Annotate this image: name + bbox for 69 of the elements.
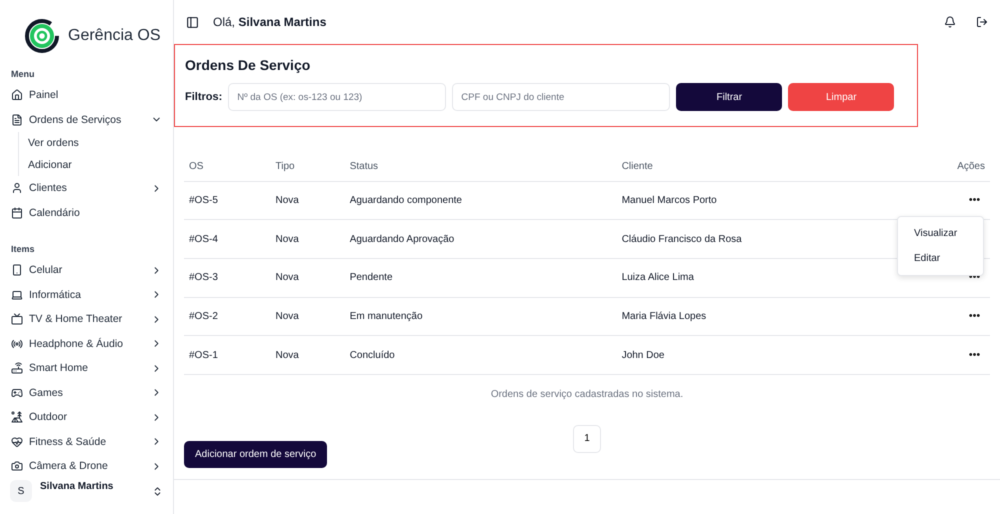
tent-icon <box>11 411 23 424</box>
logout-icon[interactable] <box>976 16 988 28</box>
table-cell: Em manutenção <box>344 297 617 336</box>
table-cell: John Doe <box>616 336 906 374</box>
bell-icon[interactable] <box>944 16 956 28</box>
table-cell: #OS-2 <box>184 297 271 336</box>
input-field[interactable]: Nº da OS (ex: os-123 ou 123) <box>228 83 446 111</box>
logo-icon <box>24 18 60 54</box>
table-cell: Nova <box>270 181 345 220</box>
sidebar-item[interactable]: Games <box>8 380 165 405</box>
clear-button[interactable]: Limpar <box>788 83 894 111</box>
column-header: Tipo <box>270 153 345 181</box>
radio-icon <box>11 338 23 350</box>
table-cell: Pendente <box>344 258 617 298</box>
sidebar-item[interactable]: Câmera & Drone <box>8 454 165 472</box>
card-title: Ordens De Serviço <box>185 57 312 73</box>
brand-name: Gerência OS <box>68 27 160 45</box>
add-order-button[interactable]: Adicionar ordem de serviço <box>184 440 328 468</box>
table-caption: Ordens de serviço cadastradas no sistema. <box>490 388 684 400</box>
sidebar-item[interactable]: Celular <box>8 258 165 282</box>
column-header: Ações <box>906 153 990 181</box>
column-header: OS <box>184 153 271 181</box>
filter-button[interactable]: Filtrar <box>676 83 782 111</box>
router-icon <box>11 362 23 374</box>
table-cell: Aguardando Aprovação <box>344 220 617 258</box>
tv-icon <box>11 313 23 326</box>
input-field[interactable]: CPF ou CNPJ do cliente <box>452 83 670 111</box>
camera-icon <box>11 460 23 472</box>
sidebar-item[interactable]: TV & Home Theater <box>8 307 165 332</box>
heart-icon <box>11 436 23 448</box>
avatar: S <box>10 480 32 502</box>
sidebar-item[interactable]: Headphone & Áudio <box>8 332 165 356</box>
table-cell: Maria Flávia Lopes <box>616 297 906 336</box>
filter-label: Filtros: <box>185 91 222 103</box>
laptop-icon <box>11 288 23 301</box>
table-cell: Nova <box>270 258 345 298</box>
table-cell: Nova <box>270 297 345 336</box>
table-cell: #OS-1 <box>184 336 271 374</box>
table-cell: #OS-4 <box>184 220 271 258</box>
calendar-icon <box>11 206 23 219</box>
table-cell: #OS-5 <box>184 181 271 220</box>
document-icon <box>11 114 23 126</box>
gamepad-icon <box>11 386 23 399</box>
table-cell: #OS-3 <box>184 258 271 298</box>
sidebar-item[interactable]: Painel <box>8 83 165 108</box>
section-title: Menu <box>10 68 36 81</box>
column-header: Cliente <box>616 153 906 181</box>
sidebar-item[interactable]: Calendário <box>8 200 165 225</box>
sidebar-item[interactable]: Ordens de Serviços <box>8 108 165 132</box>
table-cell: Nova <box>270 220 345 258</box>
sidebar-subitem[interactable]: Adicionar <box>28 154 165 176</box>
greeting: Olá, Silvana Martins <box>213 15 328 29</box>
sidebar-toggle-icon[interactable] <box>186 16 199 28</box>
table-cell: Concluído <box>344 336 617 374</box>
chevrons-icon <box>152 486 163 496</box>
sidebar-subitem[interactable]: Ver ordens <box>28 132 165 154</box>
sidebar-item[interactable]: Informática <box>8 282 165 307</box>
section-title: Items <box>10 243 36 256</box>
phone-icon <box>11 264 23 276</box>
column-header: Status <box>344 153 617 181</box>
sidebar-item[interactable]: Fitness & Saúde <box>8 430 165 454</box>
sidebar-item[interactable]: Clientes <box>8 176 165 200</box>
table-cell: Nova <box>270 336 345 374</box>
home-icon <box>11 89 23 102</box>
sidebar-item[interactable]: Outdoor <box>8 405 165 430</box>
user-icon <box>11 182 23 194</box>
sidebar-item[interactable]: Smart Home <box>8 356 165 380</box>
table-cell: Aguardando componente <box>344 181 617 220</box>
page-button[interactable]: 1 <box>573 424 601 453</box>
